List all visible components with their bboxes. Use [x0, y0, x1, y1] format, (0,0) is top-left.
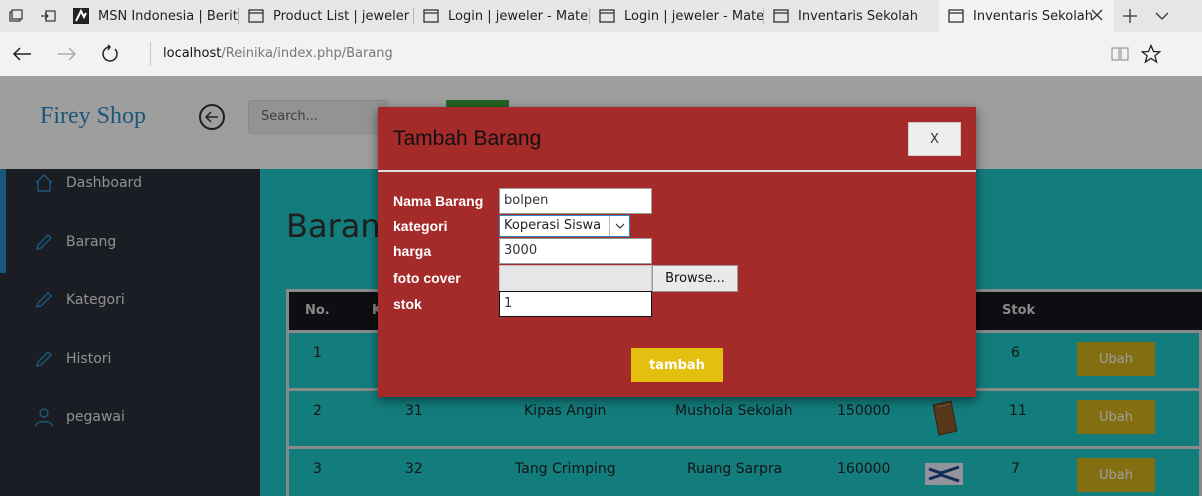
back-button[interactable]: [6, 38, 38, 70]
msn-icon: [72, 7, 90, 25]
nama-barang-label: Nama Barang: [393, 193, 484, 209]
tambah-submit-button[interactable]: tambah: [631, 348, 723, 382]
refresh-icon: [102, 44, 118, 62]
harga-label: harga: [393, 243, 432, 259]
plus-icon: [1123, 9, 1137, 23]
tab-product-list[interactable]: Product List | jeweler - I: [239, 0, 414, 32]
reading-view-icon[interactable]: [1108, 42, 1132, 66]
tab-list-icon: [9, 9, 23, 22]
address-bar: localhost/Reinika/index.php/Barang: [0, 32, 1202, 76]
harga-input[interactable]: 3000: [499, 238, 652, 264]
tab-preview-button[interactable]: [1146, 0, 1178, 32]
browse-button[interactable]: Browse...: [652, 265, 738, 292]
set-tabs-aside-button[interactable]: [32, 0, 64, 32]
page-icon: [598, 7, 616, 25]
kategori-selected-value: Koperasi Siswa: [504, 218, 602, 233]
stok-label: stok: [393, 296, 422, 312]
tab-title: Product List | jeweler - I: [273, 8, 414, 24]
tab-msn[interactable]: MSN Indonesia | Berita: [64, 0, 239, 32]
tab-title: Inventaris Sekolah: [798, 8, 919, 24]
modal-divider: [378, 170, 976, 172]
tab-login-1[interactable]: Login | jeweler - Materi: [414, 0, 590, 32]
tab-list-button[interactable]: [0, 0, 32, 32]
modal-close-button[interactable]: X: [908, 122, 961, 156]
page-icon: [422, 7, 440, 25]
refresh-button[interactable]: [94, 38, 126, 70]
url-path: /Reinika/index.php/Barang: [221, 46, 393, 61]
page-icon: [947, 7, 965, 25]
stok-input[interactable]: 1: [499, 291, 652, 317]
foto-cover-label: foto cover: [393, 270, 461, 286]
forward-button[interactable]: [51, 38, 83, 70]
page-icon: [247, 7, 265, 25]
chevron-down-icon: [609, 216, 629, 236]
chevron-down-icon: [1155, 12, 1169, 20]
tab-inventaris-active[interactable]: Inventaris Sekolah: [939, 0, 1114, 32]
browser-tab-bar: MSN Indonesia | Berita Product List | je…: [0, 0, 1202, 32]
tab-inventaris-1[interactable]: Inventaris Sekolah: [764, 0, 939, 32]
modal-title: Tambah Barang: [393, 127, 542, 150]
new-tab-button[interactable]: [1114, 0, 1146, 32]
kategori-select[interactable]: Koperasi Siswa: [499, 215, 630, 237]
tab-title: Login | jeweler - Materi: [624, 8, 764, 24]
url-field[interactable]: localhost/Reinika/index.php/Barang: [150, 42, 393, 66]
tab-title: Login | jeweler - Materi: [448, 8, 590, 24]
close-tab-icon[interactable]: [1090, 8, 1104, 22]
arrow-right-icon: [58, 47, 77, 61]
tab-title: Inventaris Sekolah: [973, 8, 1094, 24]
set-aside-icon: [41, 10, 56, 22]
nama-barang-input[interactable]: bolpen: [499, 188, 652, 214]
tambah-barang-modal: Tambah Barang X Nama Barang bolpen kateg…: [378, 107, 976, 397]
tab-login-2[interactable]: Login | jeweler - Materi: [590, 0, 764, 32]
favorite-star-icon[interactable]: [1139, 42, 1163, 66]
kategori-label: kategori: [393, 218, 448, 234]
arrow-left-icon: [12, 47, 31, 61]
tab-title: MSN Indonesia | Berita: [98, 8, 239, 24]
foto-cover-file-input[interactable]: [499, 265, 652, 292]
web-page: Firey Shop Search... Dashboard Barang Ka…: [0, 76, 1202, 496]
url-host: localhost: [163, 46, 222, 61]
page-icon: [772, 7, 790, 25]
